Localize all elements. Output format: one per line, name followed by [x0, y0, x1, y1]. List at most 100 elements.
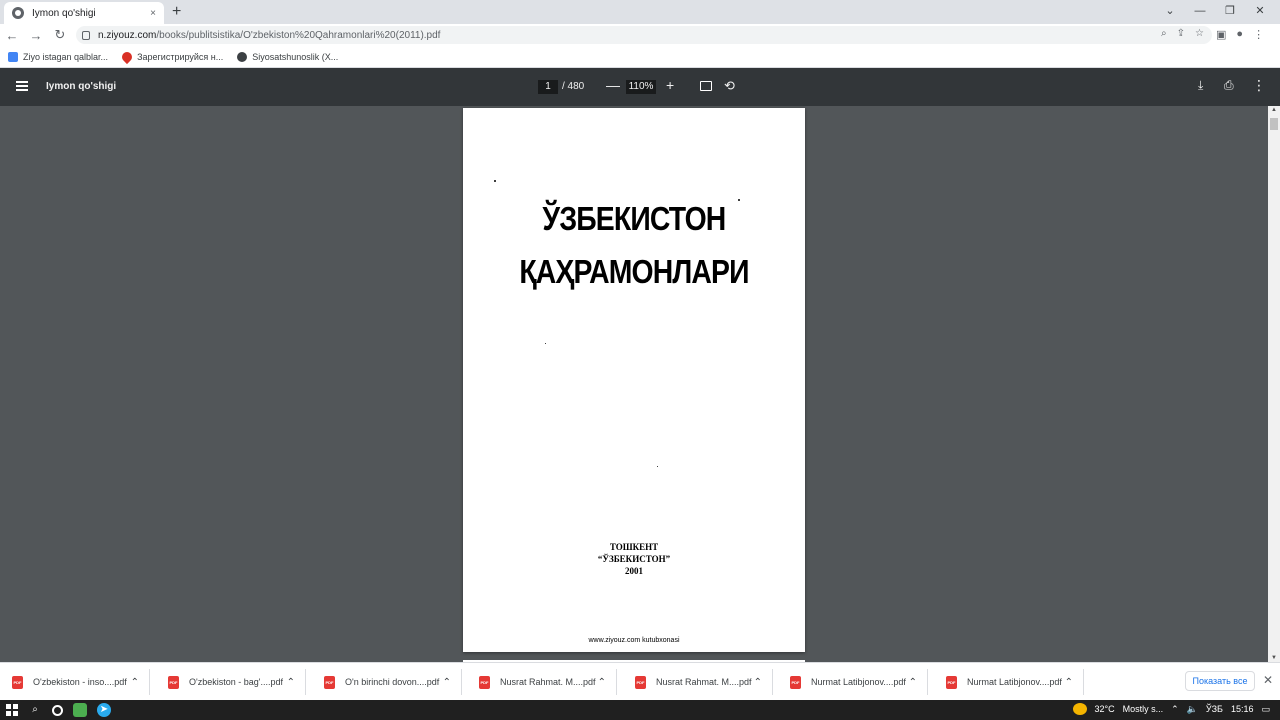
forward-button[interactable]: →	[24, 28, 48, 43]
imprint-publisher: “ЎЗБЕКИСТОН”	[597, 554, 671, 564]
temperature[interactable]: 32°C	[1095, 704, 1115, 714]
pdf-file-icon	[790, 675, 801, 689]
heart-icon	[119, 49, 135, 64]
download-item[interactable]: Nurmat Latibjonov....pdf ⌃	[934, 669, 1084, 695]
address-bar[interactable]: n.ziyouz.com/books/publitsistika/O'zbeki…	[76, 26, 1212, 44]
tray-chevron-icon[interactable]: ⌃	[1171, 704, 1179, 715]
download-item[interactable]: O'zbekiston - inso....pdf ⌃	[0, 669, 150, 695]
zoom-level-input[interactable]: 110%	[626, 80, 656, 94]
url-domain: n.ziyouz.com	[98, 29, 157, 41]
window-controls: ⌄ — ❐ ✕	[1155, 2, 1275, 20]
profile-icon[interactable]: ●	[1236, 28, 1243, 41]
more-actions-icon[interactable]: ⋮	[1252, 77, 1266, 94]
lock-icon[interactable]	[82, 30, 90, 40]
search-icon[interactable]: ⌕	[28, 703, 42, 717]
zoom-in-button[interactable]: +	[666, 77, 674, 93]
bookmark-favicon-icon	[8, 51, 18, 62]
download-filename: O'zbekiston - inso....pdf	[33, 677, 127, 687]
chevron-up-icon[interactable]: ⌃	[909, 677, 917, 688]
bookmark-star-icon[interactable]: ☆	[1195, 28, 1204, 39]
scan-speck	[657, 466, 658, 467]
tab-strip: Iymon qo'shigi × + ⌄ — ❐ ✕	[0, 0, 1280, 24]
tab-close-icon[interactable]: ×	[150, 8, 156, 19]
download-item[interactable]: Nurmat Latibjonov....pdf ⌃	[778, 669, 928, 695]
url-text[interactable]: n.ziyouz.com/books/publitsistika/O'zbeki…	[98, 30, 440, 41]
download-filename: Nurmat Latibjonov....pdf	[811, 677, 906, 687]
notifications-icon[interactable]: ▭	[1261, 704, 1270, 715]
download-filename: Nusrat Rahmat. M....pdf	[656, 677, 752, 687]
reload-button[interactable]: ↻	[48, 27, 72, 43]
toolbar-right-icons: ▣ ● ⋮	[1216, 28, 1264, 41]
scrollbar-thumb[interactable]	[1270, 118, 1278, 130]
task-view-icon[interactable]	[52, 704, 63, 716]
download-filename: Nusrat Rahmat. M....pdf	[500, 677, 596, 687]
download-filename: O'zbekiston - bag'....pdf	[189, 677, 283, 687]
scroll-down-icon[interactable]: ▼	[1271, 655, 1277, 661]
chevron-up-icon[interactable]: ⌃	[287, 677, 295, 688]
chevron-up-icon[interactable]: ⌃	[443, 677, 451, 688]
page-total: / 480	[562, 81, 585, 92]
chevron-up-icon[interactable]: ⌃	[131, 677, 139, 688]
weather-icon[interactable]	[1072, 703, 1087, 715]
download-item[interactable]: O'n birinchi dovon....pdf ⌃	[312, 669, 462, 695]
minimize-button[interactable]: —	[1185, 2, 1215, 20]
taskbar: ⌕ ➤ 32°C Mostly s... ⌃ 🔈 ЎЗБ 15:16 ▭	[0, 700, 1280, 720]
bookmark-label: Зарегистрируйся н...	[137, 51, 224, 62]
back-button[interactable]: ←	[0, 28, 24, 43]
imprint-year: 2001	[625, 566, 643, 576]
browser-menu-icon[interactable]: ⋮	[1253, 28, 1264, 41]
bookmark-item[interactable]: Зарегистрируйся н...	[119, 49, 224, 64]
telegram-icon[interactable]: ➤	[97, 703, 111, 717]
download-icon[interactable]: ⤓	[1198, 78, 1203, 93]
pdf-viewer[interactable]: ЎЗБЕКИСТОН ҚАҲРАМОНЛАРИ ТОШКЕНТ “ЎЗБЕКИС…	[0, 106, 1268, 662]
download-item[interactable]: Nusrat Rahmat. M....pdf ⌃	[467, 669, 617, 695]
page-number-input[interactable]: 1	[538, 80, 558, 94]
chevron-up-icon[interactable]: ⌃	[598, 677, 606, 688]
share-icon[interactable]: ⇪	[1177, 28, 1185, 39]
hamburger-menu-icon[interactable]	[16, 81, 28, 91]
chevron-up-icon[interactable]: ⌃	[754, 677, 762, 688]
bookmark-item[interactable]: Ziyo istagan qalblar...	[8, 51, 109, 62]
taskbar-left: ⌕ ➤	[6, 703, 111, 717]
print-icon[interactable]: ⎙	[1224, 78, 1234, 93]
chrome-icon[interactable]	[73, 703, 87, 717]
volume-icon[interactable]: 🔈	[1187, 704, 1198, 715]
omnibox-icons: ⌕ ⇪ ☆	[1161, 28, 1204, 39]
tab-search-icon[interactable]: ⌄	[1155, 2, 1185, 20]
side-panel-icon[interactable]: ▣	[1216, 28, 1226, 41]
chevron-up-icon[interactable]: ⌃	[1065, 677, 1073, 688]
clock[interactable]: 15:16	[1231, 704, 1254, 714]
tab-title: Iymon qo'shigi	[32, 7, 96, 19]
bookmark-label: Ziyo istagan qalblar...	[23, 51, 109, 62]
new-tab-button[interactable]: +	[172, 3, 181, 21]
fit-to-page-icon[interactable]	[700, 81, 712, 91]
download-filename: Nurmat Latibjonov....pdf	[967, 677, 1062, 687]
download-item[interactable]: O'zbekiston - bag'....pdf ⌃	[156, 669, 306, 695]
close-window-button[interactable]: ✕	[1245, 2, 1275, 20]
pdf-page: ЎЗБЕКИСТОН ҚАҲРАМОНЛАРИ ТОШКЕНТ “ЎЗБЕКИС…	[463, 108, 805, 652]
url-path: /books/publitsistika/O'zbekiston%20Qahra…	[156, 29, 441, 41]
globe-icon	[237, 51, 248, 62]
download-item[interactable]: Nusrat Rahmat. M....pdf ⌃	[623, 669, 773, 695]
show-all-downloads-button[interactable]: Показать все	[1185, 671, 1255, 691]
pdf-document-title: Iymon qo'shigi	[46, 81, 117, 92]
scroll-up-icon[interactable]: ▲	[1271, 107, 1277, 113]
zoom-icon[interactable]: ⌕	[1161, 28, 1167, 39]
browser-toolbar: ← → ↻ n.ziyouz.com/books/publitsistika/O…	[0, 24, 1280, 46]
browser-tab[interactable]: Iymon qo'shigi ×	[4, 2, 164, 24]
bookmark-label: Siyosatshunoslik (X...	[252, 51, 339, 62]
close-shelf-icon[interactable]: ✕	[1263, 673, 1273, 687]
site-favicon-icon	[12, 7, 24, 19]
windows-start-icon[interactable]	[6, 704, 18, 716]
vertical-scrollbar[interactable]: ▲ ▼	[1268, 106, 1280, 662]
rotate-icon[interactable]: ⟲	[724, 78, 735, 94]
restore-button[interactable]: ❐	[1215, 2, 1245, 20]
language-indicator[interactable]: ЎЗБ	[1206, 704, 1223, 714]
page-footer: www.ziyouz.com kutubxonasi	[588, 637, 680, 644]
zoom-out-button[interactable]: —	[606, 77, 620, 93]
book-title-line-2: ҚАҲРАМОНЛАРИ	[519, 253, 749, 290]
bookmark-item[interactable]: Siyosatshunoslik (X...	[237, 51, 339, 62]
book-title-line-1: ЎЗБЕКИСТОН	[542, 200, 727, 237]
weather-text[interactable]: Mostly s...	[1123, 704, 1164, 714]
scan-speck	[494, 180, 496, 182]
